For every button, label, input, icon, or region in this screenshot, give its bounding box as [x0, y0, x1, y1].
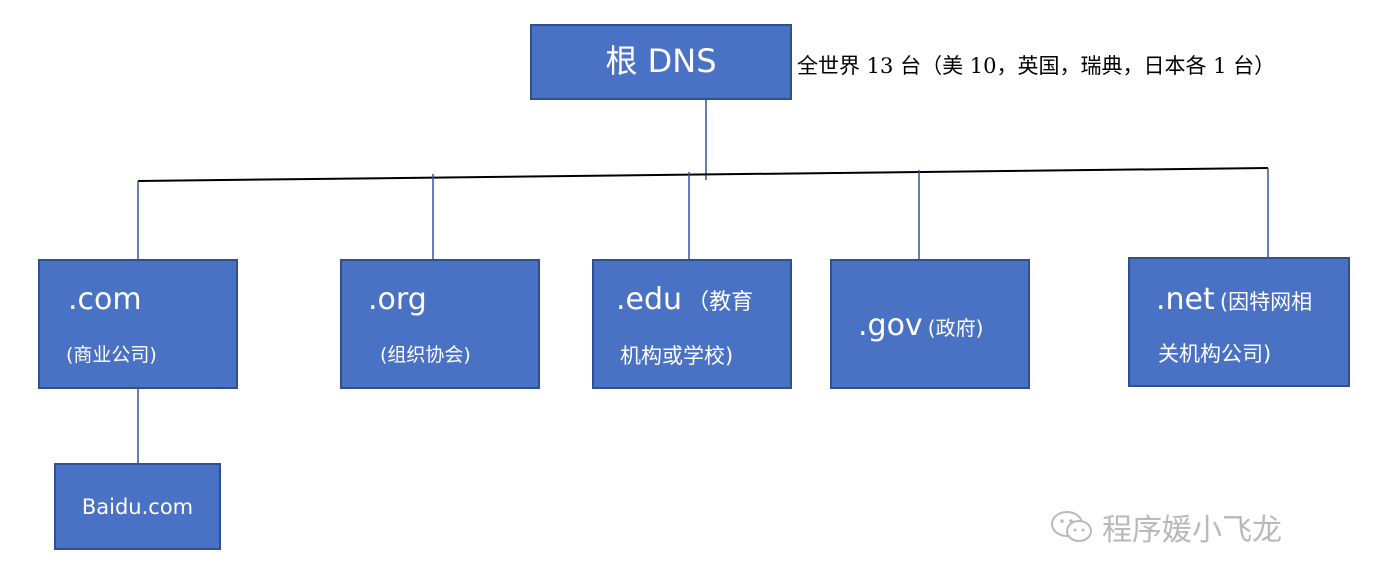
tld-gov-line1: .gov (政府) — [858, 309, 983, 343]
tld-gov-name: .gov — [858, 308, 923, 343]
watermark-text: 程序媛小飞龙 — [1102, 513, 1282, 548]
tld-edu-desc-part1: （教育 — [687, 290, 754, 315]
tld-edu-line1: .edu （教育 — [616, 283, 753, 319]
tld-edu-node: .edu （教育 机构或学校) — [592, 259, 792, 389]
root-dns-label: 根 DNS — [605, 42, 717, 81]
tld-edu-name: .edu — [616, 282, 683, 317]
tld-edu-desc-part2: 机构或学校) — [620, 344, 734, 368]
root-dns-note: 全世界 13 台（美 10，英国，瑞典，日本各 1 台） — [797, 54, 1276, 78]
tld-com-node: .com (商业公司) — [38, 259, 238, 389]
leaf-baidu-label: Baidu.com — [81, 494, 194, 519]
tld-gov-node: .gov (政府) — [830, 259, 1030, 389]
tld-net-desc-part2: 关机构公司) — [1158, 342, 1272, 366]
tld-org-node: .org (组织协会) — [340, 259, 540, 389]
tld-net-node: .net (因特网相 关机构公司) — [1128, 257, 1350, 387]
watermark: 程序媛小飞龙 — [1050, 505, 1282, 549]
tld-org-name: .org — [368, 282, 427, 317]
tld-net-desc-part1: (因特网相 — [1219, 290, 1313, 314]
tld-com-name: .com — [68, 282, 142, 317]
leaf-baidu-node: Baidu.com — [54, 463, 221, 550]
tld-net-line1: .net (因特网相 — [1156, 283, 1312, 319]
tld-org-desc: (组织协会) — [380, 344, 471, 366]
tld-net-name: .net — [1156, 282, 1215, 317]
root-dns-node: 根 DNS — [530, 24, 792, 100]
tld-gov-desc: (政府) — [927, 316, 984, 340]
tld-com-desc: (商业公司) — [66, 344, 157, 366]
bus-line — [137, 167, 1269, 182]
wechat-icon — [1051, 511, 1092, 542]
